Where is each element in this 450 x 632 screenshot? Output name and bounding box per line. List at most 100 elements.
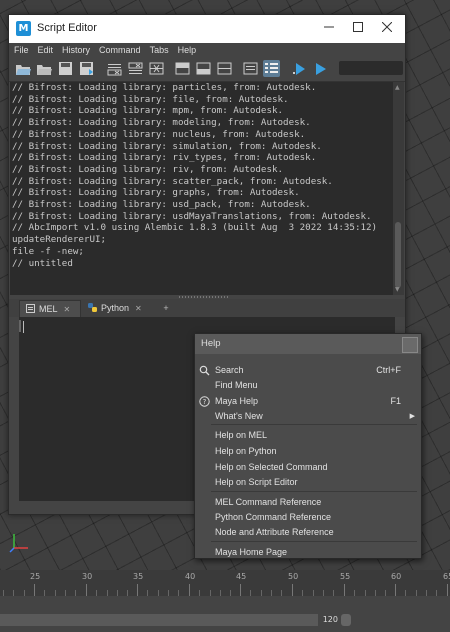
help-item-find-menu[interactable]: Find Menu [195,378,421,393]
help-item-search[interactable]: Search Ctrl+F [195,363,421,378]
tab-mel[interactable]: MEL ✕ [19,300,81,318]
toolbar-search-field[interactable] [339,61,403,75]
execute-all-icon [293,63,305,75]
tab-python[interactable]: Python ✕ [82,300,150,317]
svg-text:?: ? [203,398,207,406]
source-script-button[interactable] [36,60,53,77]
end-frame-value: 120 [322,615,338,624]
ruler-minor-tick [323,590,324,596]
ruler-tick-label: 30 [82,572,93,581]
menu-item-label: Node and Attribute Reference [215,527,334,537]
ruler-tick-label: 50 [288,572,299,581]
folder-open-icon [16,65,31,75]
split-view-icon [217,62,232,75]
show-both-button[interactable] [216,60,233,77]
menu-history[interactable]: History [57,43,94,57]
ruler-major-tick [395,584,396,596]
history-line: // Bifrost: Loading library: mpm, from: … [12,105,284,117]
time-slider[interactable]: 25 30 35 40 45 50 55 60 65 [0,570,450,610]
open-script-button[interactable] [15,60,32,77]
ruler-minor-tick [127,590,128,596]
add-tab-button[interactable]: + [159,300,173,317]
help-item-maya-home-page[interactable]: Maya Home Page [195,545,421,560]
ruler-minor-tick [313,590,314,596]
tab-mel-label: MEL [39,304,58,314]
help-menu-title-bar[interactable]: Help [195,334,421,354]
tab-python-label: Python [101,303,130,313]
scroll-down-arrow-icon[interactable]: ▼ [395,286,400,293]
search-icon [199,365,210,376]
save-script-button[interactable] [57,60,74,77]
tear-off-close-button[interactable] [402,337,418,353]
time-ruler[interactable]: 25 30 35 40 45 50 55 60 65 [0,570,450,596]
execute-button[interactable] [312,60,329,77]
menu-separator [211,491,417,492]
close-button[interactable] [372,19,402,39]
history-line: // Bifrost: Loading library: file, from:… [12,93,289,105]
scroll-up-arrow-icon[interactable]: ▲ [395,84,400,91]
script-tabs: MEL ✕ Python ✕ + [9,299,405,318]
help-item-mel-command-reference[interactable]: MEL Command Reference [195,495,421,510]
menu-help[interactable]: Help [173,43,201,57]
title-bar[interactable]: M Script Editor [9,15,405,43]
help-item-help-on-python[interactable]: Help on Python [195,444,421,459]
menu-item-label: Help on Script Editor [215,477,298,487]
clear-all-button[interactable] [148,60,165,77]
ruler-minor-tick [96,590,97,596]
line-numbers-icon [265,63,278,73]
tab-close-icon[interactable]: ✕ [135,301,142,317]
help-item-help-on-selected-command[interactable]: Help on Selected Command [195,460,421,475]
menu-separator [211,424,417,425]
scrollbar-thumb[interactable] [395,222,401,288]
history-scrollbar[interactable]: ▲ ▼ [393,82,404,295]
help-item-maya-help[interactable]: ? Maya Help F1 [195,394,421,409]
ruler-minor-tick [405,590,406,596]
shortcut-label: Ctrl+F [376,365,401,375]
ruler-minor-tick [3,590,4,596]
ruler-minor-tick [385,590,386,596]
maya-app-icon: M [16,21,31,36]
minimize-button[interactable] [314,19,344,39]
range-slider[interactable] [0,614,318,626]
menu-tabs[interactable]: Tabs [145,43,173,57]
help-item-python-command-reference[interactable]: Python Command Reference [195,510,421,525]
menu-edit[interactable]: Edit [33,43,58,57]
line-numbers-button[interactable] [263,60,280,77]
close-icon [381,21,393,33]
help-item-what-s-new[interactable]: What's New ▶ [195,409,421,424]
ruler-minor-tick [147,590,148,596]
history-output[interactable]: // Bifrost: Loading library: particles, … [10,82,393,295]
maximize-icon [353,22,363,32]
history-line: // Bifrost: Loading library: simulation,… [12,140,322,152]
splitter-grip[interactable] [179,296,229,298]
range-slider-bar: 120 [0,608,450,632]
help-item-help-on-mel[interactable]: Help on MEL [195,428,421,443]
clear-input-button[interactable] [127,60,144,77]
ruler-minor-tick [271,590,272,596]
echo-all-commands-button[interactable] [242,60,259,77]
save-to-shelf-button[interactable] [78,60,95,77]
tab-close-icon[interactable]: ✕ [64,302,71,318]
ruler-minor-tick [107,590,108,596]
help-menu-popup: Help Search Ctrl+F Find Menu? Maya Help F1 Wh… [194,333,422,559]
execute-all-button[interactable] [291,60,308,77]
ruler-major-tick [240,584,241,596]
menu-command[interactable]: Command [94,43,145,57]
toolbar [9,57,405,82]
ruler-minor-tick [375,590,376,596]
menu-file[interactable]: File [9,43,33,57]
ruler-tick-label: 35 [133,572,144,581]
ruler-minor-tick [24,590,25,596]
history-line: // Bifrost: Loading library: usdMayaTran… [12,210,372,222]
ruler-tick-label: 45 [236,572,247,581]
show-input-only-button[interactable] [195,60,212,77]
range-end-handle[interactable] [341,614,351,626]
echo-commands-icon [243,62,258,75]
help-item-node-and-attribute-reference[interactable]: Node and Attribute Reference [195,525,421,540]
clear-history-button[interactable] [106,60,123,77]
maximize-button[interactable] [343,19,373,39]
ruler-minor-tick [178,590,179,596]
help-item-help-on-script-editor[interactable]: Help on Script Editor [195,475,421,490]
ruler-minor-tick [261,590,262,596]
show-history-only-button[interactable] [174,60,191,77]
